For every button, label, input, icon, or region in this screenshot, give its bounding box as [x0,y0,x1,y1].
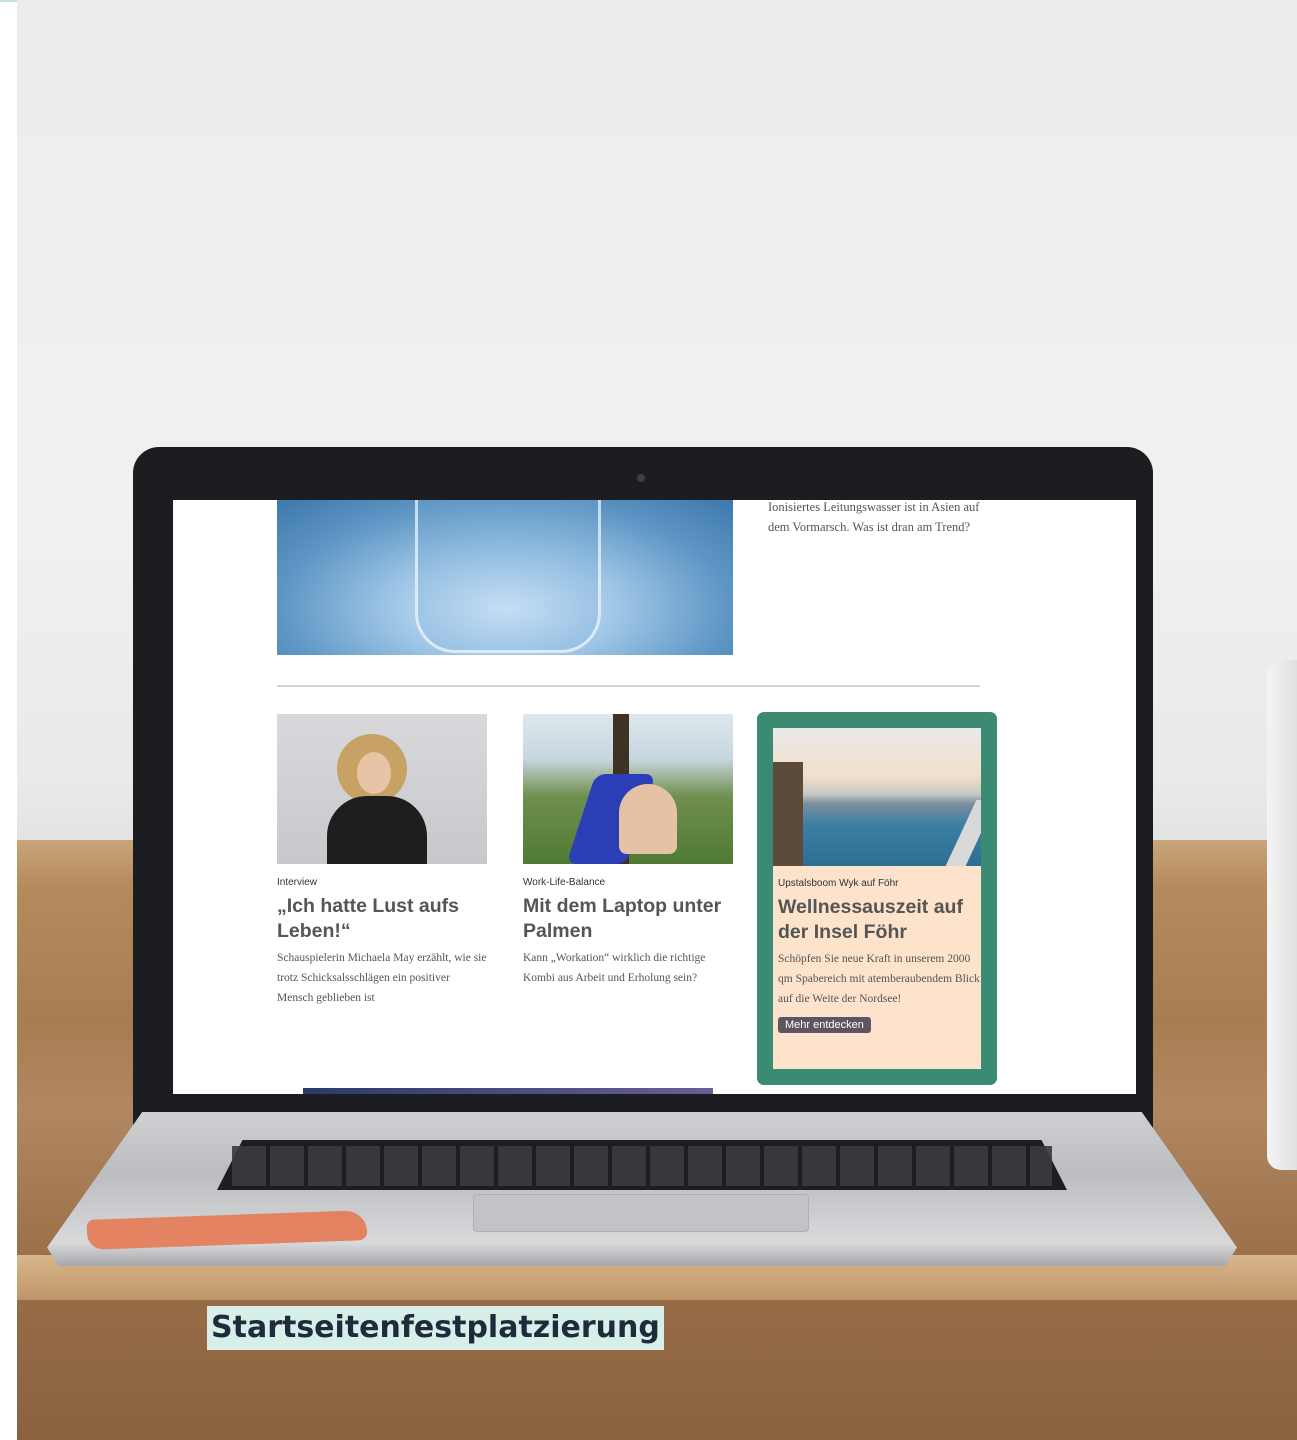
pool-edge-shape [945,800,981,866]
feet-shape [619,784,677,854]
placement-caption: Startseitenfestplatzierung [207,1306,664,1350]
article-image-hammock[interactable] [523,714,733,864]
article-kicker: Work-Life-Balance [523,877,606,888]
webcam-icon [637,474,645,482]
laptop-photo-scene: Ionisiertes Leitungswasser ist in Asien … [17,0,1297,1440]
article-image-woman[interactable] [277,714,487,864]
featured-ad-frame: Upstalsboom Wyk auf Föhr Wellnessauszeit… [757,712,997,1085]
body-shape [327,796,427,864]
laptop-screen-webpage: Ionisiertes Leitungswasser ist in Asien … [173,500,1136,1094]
keyboard-keys [232,1146,1052,1186]
next-article-image-edge [303,1088,713,1094]
water-glass-icon [415,500,601,653]
article-card-workation[interactable]: Work-Life-Balance Mit dem Laptop unter P… [523,714,733,988]
article-headline[interactable]: „Ich hatte Lust aufs Leben!“ [277,894,487,944]
bottle [1267,660,1297,1170]
article-card-interview[interactable]: Interview „Ich hatte Lust aufs Leben!“ S… [277,714,487,1008]
section-divider [277,685,980,687]
article-kicker: Interview [277,877,318,888]
lead-article-teaser: Ionisiertes Leitungswasser ist in Asien … [768,500,980,534]
wall-shape [773,762,803,866]
mehr-entdecken-button[interactable]: Mehr entdecken [778,1017,871,1033]
lead-article-image[interactable] [277,500,733,655]
ad-kicker: Upstalsboom Wyk auf Föhr [778,878,899,889]
article-headline[interactable]: Mit dem Laptop unter Palmen [523,894,733,944]
ad-teaser: Schöpfen Sie neue Kraft in unserem 2000 … [778,953,980,1005]
ad-image-pool[interactable] [773,728,981,866]
face-shape [357,752,391,794]
trackpad [473,1194,809,1232]
article-teaser: Kann „Workation“ wirklich die richtige K… [523,952,706,984]
featured-ad-card[interactable]: Upstalsboom Wyk auf Föhr Wellnessauszeit… [773,728,981,1069]
article-teaser: Schauspielerin Michaela May erzählt, wie… [277,952,487,1004]
ad-headline[interactable]: Wellnessauszeit auf der Insel Föhr [773,895,981,945]
